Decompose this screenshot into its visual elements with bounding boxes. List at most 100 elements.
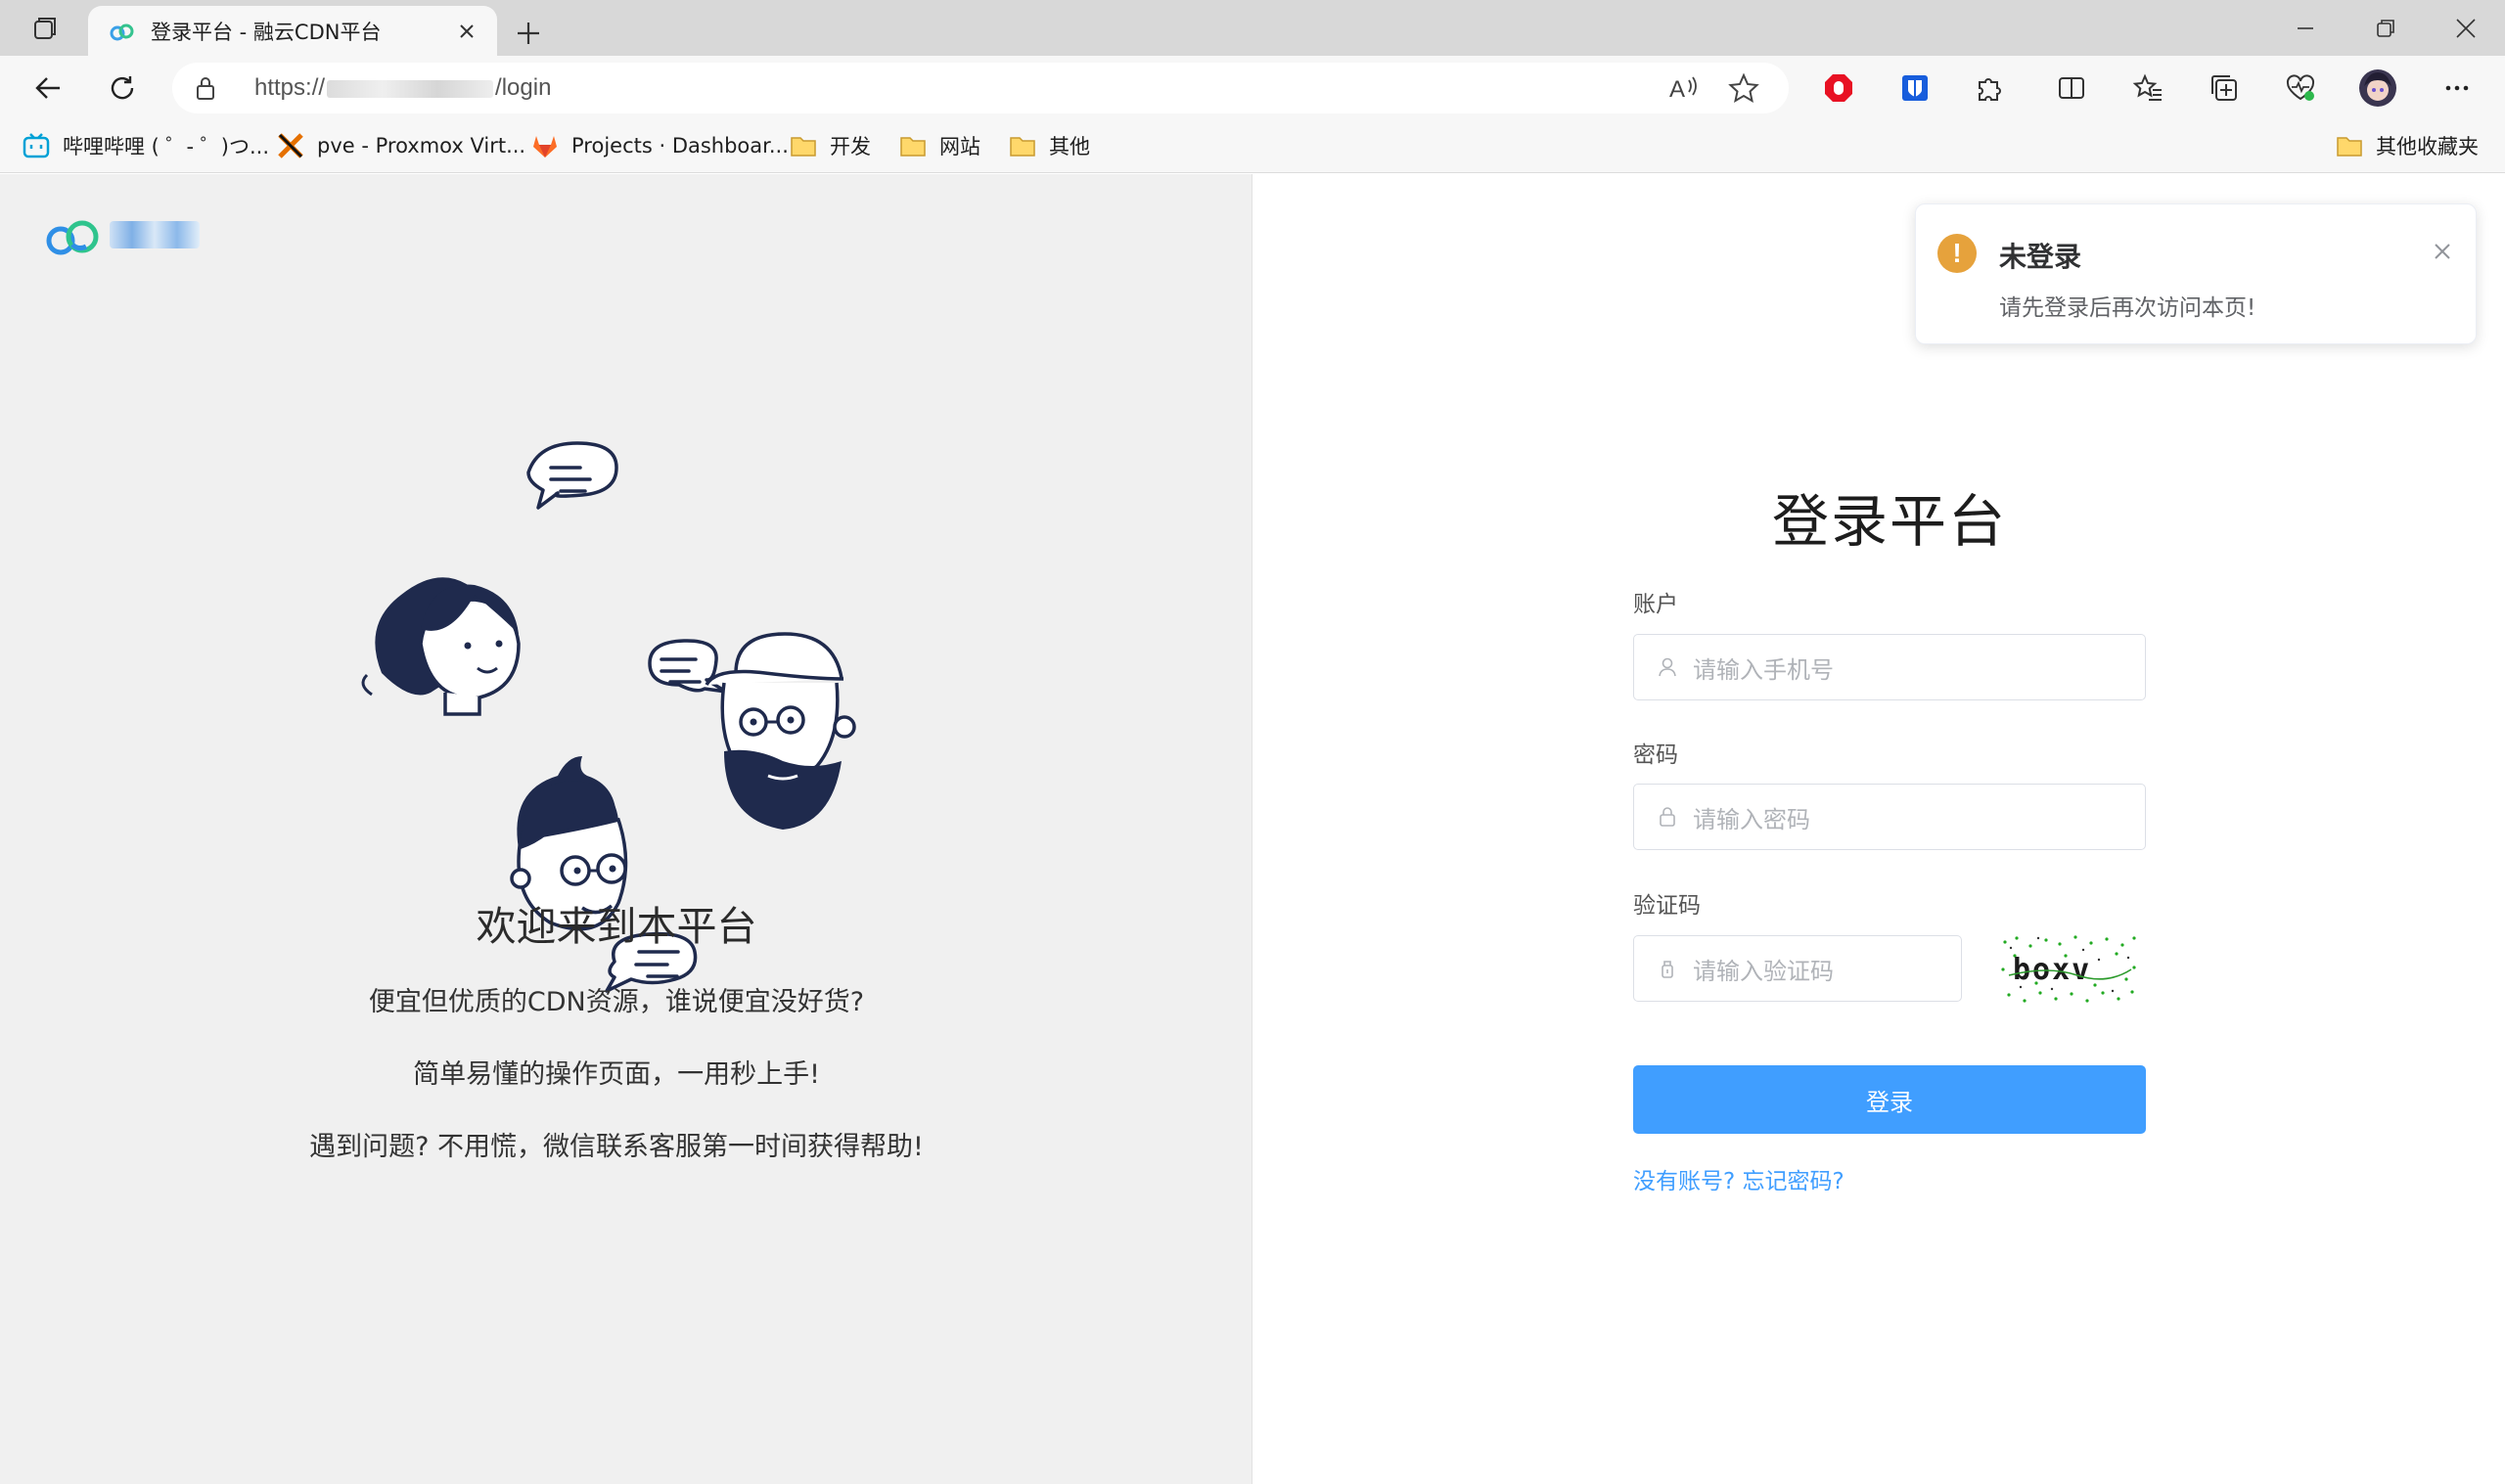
bookmark-label: 网站 (939, 135, 980, 158)
bitwarden-icon (1902, 75, 1928, 101)
folder-icon (789, 131, 818, 160)
bookmark-folder-dev[interactable]: 开发 (789, 128, 871, 163)
warning-icon: ! (1937, 234, 1977, 273)
key-icon (1656, 957, 1679, 980)
login-title: 登录平台 (1771, 488, 2007, 555)
tab-title: 登录平台 - 融云CDN平台 (151, 20, 382, 44)
brand-name-redacted (110, 221, 200, 248)
browser-toolbar: https:// /login A (0, 56, 2505, 118)
bookmark-label: 哔哩哔哩 ( ゜- ゜)つ... (63, 135, 270, 158)
gitlab-icon (530, 131, 560, 160)
minimize-icon (2298, 26, 2313, 29)
captcha-image[interactable]: boxv (1997, 932, 2140, 1007)
url-prefix: https:// (254, 74, 326, 101)
read-aloud-icon[interactable]: A (1667, 72, 1699, 108)
bookmark-folder-sites[interactable]: 网站 (898, 128, 980, 163)
page-content: 欢迎来到本平台 便宜但优质的CDN资源，谁说便宜没好货? 简单易懂的操作页面，一… (0, 174, 2505, 1484)
avatar (2359, 69, 2396, 107)
favorites-list-icon (2132, 73, 2162, 101)
user-icon (1656, 655, 1679, 679)
bookmark-label: Projects · Dashboar... (571, 134, 789, 157)
notification-close-icon[interactable] (2429, 238, 2456, 265)
url-redacted (327, 79, 494, 98)
bookmark-proxmox[interactable]: pve - Proxmox Virt... (276, 128, 525, 163)
folder-icon (2335, 131, 2364, 160)
heart-pulse-icon (2286, 74, 2315, 101)
bookmark-label: pve - Proxmox Virt... (317, 134, 526, 157)
tab-close-icon[interactable] (450, 15, 483, 48)
extension-bitwarden-button[interactable] (1890, 64, 1939, 112)
lock-icon (194, 74, 217, 106)
bookmark-label: 其他 (1049, 135, 1090, 158)
tab-actions-icon (34, 18, 56, 39)
notification-message: 请先登录后再次访问本页! (1999, 295, 2256, 321)
window-close-button[interactable] (2427, 0, 2505, 56)
puzzle-icon (1979, 78, 2001, 101)
welcome-line-2: 简单易懂的操作页面，一用秒上手! (413, 1059, 820, 1090)
adblock-icon (1825, 74, 1852, 102)
account-label: 账户 (1633, 592, 1678, 617)
bookmark-gitlab[interactable]: Projects · Dashboar... (530, 128, 789, 163)
login-panel: 登录平台 账户 请输入手机号 密码 请输入密码 验证码 请输入验证码 boxv … (1253, 174, 2505, 1484)
bookmark-bilibili[interactable]: 哔哩哔哩 ( ゜- ゜)つ... (22, 128, 269, 163)
other-favorites-folder[interactable]: 其他收藏夹 (2335, 128, 2479, 163)
refresh-button[interactable] (98, 64, 147, 112)
notification-title: 未登录 (1999, 241, 2082, 273)
bilibili-icon (22, 131, 51, 160)
register-forgot-link[interactable]: 没有账号? 忘记密码? (1633, 1162, 1845, 1195)
browser-essentials-button[interactable] (2276, 64, 2325, 112)
favorites-button[interactable] (2123, 64, 2172, 112)
settings-more-button[interactable] (2433, 64, 2482, 112)
bookmarks-bar: 哔哩哔哩 ( ゜- ゜)つ... pve - Proxmox Virt... P… (0, 118, 2505, 173)
captcha-input[interactable]: 请输入验证码 (1633, 935, 1962, 1002)
more-dots-icon (2445, 85, 2469, 91)
bookmark-folder-other[interactable]: 其他 (1008, 128, 1090, 163)
bookmark-label: 其他收藏夹 (2376, 135, 2479, 158)
collections-button[interactable] (2200, 64, 2249, 112)
svg-text:A: A (1669, 76, 1685, 103)
url-suffix: /login (495, 74, 552, 101)
welcome-line-1: 便宜但优质的CDN资源，谁说便宜没好货? (368, 987, 865, 1017)
split-screen-icon (2059, 77, 2084, 99)
password-placeholder: 请输入密码 (1693, 805, 1810, 833)
restore-button[interactable] (2346, 0, 2425, 56)
window-close-icon (2456, 18, 2476, 38)
password-label: 密码 (1633, 742, 1678, 768)
password-input[interactable]: 请输入密码 (1633, 784, 2146, 850)
welcome-panel: 欢迎来到本平台 便宜但优质的CDN资源，谁说便宜没好货? 简单易懂的操作页面，一… (0, 174, 1252, 1484)
minimize-button[interactable] (2266, 0, 2345, 56)
address-bar[interactable]: https:// /login A (172, 63, 1789, 113)
refresh-icon (111, 76, 134, 100)
collections-icon (2211, 75, 2237, 101)
back-button[interactable] (23, 64, 72, 112)
account-input[interactable]: 请输入手机号 (1633, 634, 2146, 700)
url-text: https:// /login (254, 74, 551, 102)
site-favicon-icon (110, 23, 134, 40)
profile-avatar-button[interactable] (2353, 64, 2402, 112)
lock-icon (1656, 805, 1679, 829)
captcha-placeholder: 请输入验证码 (1693, 957, 1834, 985)
folder-icon (1008, 131, 1037, 160)
tab-strip: 登录平台 - 融云CDN平台 (0, 0, 2505, 56)
account-placeholder: 请输入手机号 (1693, 655, 1834, 684)
folder-icon (898, 131, 928, 160)
plus-icon (518, 22, 539, 44)
captcha-label: 验证码 (1633, 893, 1701, 919)
browser-tab-active[interactable]: 登录平台 - 融云CDN平台 (88, 6, 497, 56)
back-arrow-icon (35, 77, 60, 99)
bookmark-label: 开发 (830, 135, 871, 158)
cloud-logo-icon (46, 220, 99, 255)
favorite-star-icon[interactable] (1728, 72, 1759, 108)
brand-logo[interactable] (43, 209, 200, 260)
restore-icon (2377, 19, 2394, 37)
login-button[interactable]: 登录 (1633, 1065, 2146, 1134)
welcome-title: 欢迎来到本平台 (476, 903, 757, 950)
extension-adblock-button[interactable] (1814, 64, 1863, 112)
proxmox-icon (276, 131, 305, 160)
not-logged-in-notification: ! 未登录 请先登录后再次访问本页! (1915, 203, 2477, 344)
tab-actions-button[interactable] (20, 10, 70, 47)
new-tab-button[interactable] (507, 12, 550, 55)
welcome-line-3: 遇到问题? 不用慌，微信联系客服第一时间获得帮助! (309, 1132, 924, 1162)
split-screen-button[interactable] (2047, 64, 2096, 112)
extensions-button[interactable] (1965, 64, 2014, 112)
